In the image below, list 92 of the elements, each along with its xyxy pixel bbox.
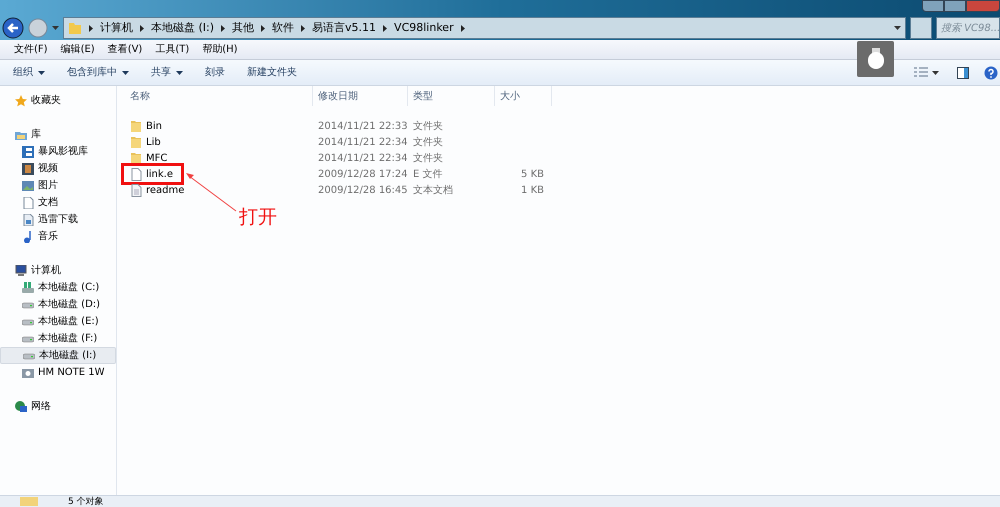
sidebar-item[interactable]: 本地磁盘 (E:) bbox=[0, 313, 116, 330]
address-bar[interactable]: 计算机 本地磁盘 (I:) 其他 软件 易语言v5.11 VC98linker bbox=[63, 17, 906, 39]
breadcrumb-item[interactable]: VC98linker bbox=[394, 20, 454, 36]
chevron-icon bbox=[89, 24, 93, 32]
globe-icon bbox=[15, 400, 27, 412]
column-header[interactable]: 修改日期 bbox=[313, 86, 408, 106]
table-cell-text: E 文件 bbox=[412, 168, 444, 182]
table-cell-text: 1 KB bbox=[520, 184, 545, 198]
sidebar-item[interactable]: 本地磁盘 (D:) bbox=[0, 296, 116, 313]
breadcrumb-item[interactable]: 本地磁盘 (I:) bbox=[151, 20, 214, 36]
usb-drive-icon bbox=[866, 48, 884, 70]
file-name[interactable]: readme bbox=[146, 182, 184, 198]
document-icon bbox=[22, 196, 34, 208]
computer-icon bbox=[15, 264, 27, 276]
caret-icon bbox=[52, 26, 59, 30]
film-icon bbox=[22, 146, 34, 158]
text-file-icon bbox=[131, 184, 142, 196]
sidebar-item[interactable]: 网络 bbox=[0, 398, 116, 415]
file-name[interactable]: link.e bbox=[146, 166, 174, 182]
chevron-icon bbox=[140, 24, 144, 32]
chevron-icon bbox=[261, 24, 266, 32]
drive-icon bbox=[22, 282, 34, 294]
toolbar-button[interactable]: 组织 bbox=[6, 65, 52, 80]
toolbar-button[interactable]: 新建文件夹 bbox=[240, 65, 304, 80]
sidebar-item[interactable]: 库 bbox=[0, 126, 116, 143]
menu-item[interactable]: 编辑(E) bbox=[60, 42, 95, 57]
sidebar-item[interactable]: 图片 bbox=[0, 177, 116, 194]
sidebar-item[interactable]: HM NOTE 1W bbox=[0, 364, 116, 381]
sidebar-item[interactable]: 本地磁盘 (C:) bbox=[0, 279, 116, 296]
chevron-icon bbox=[383, 24, 388, 32]
dropdown-icon bbox=[894, 26, 901, 30]
chevron-icon bbox=[460, 24, 465, 32]
menu-item[interactable]: 帮助(H) bbox=[202, 42, 238, 57]
maximize-button[interactable] bbox=[944, 0, 966, 12]
toolbar-button[interactable]: 包含到库中 bbox=[60, 65, 136, 80]
file-icon bbox=[131, 168, 142, 180]
download-icon bbox=[22, 214, 34, 226]
refresh-button[interactable] bbox=[910, 17, 932, 39]
camera-icon bbox=[22, 366, 34, 378]
sidebar-item[interactable]: 音乐 bbox=[0, 228, 116, 245]
menu-item[interactable]: 工具(T) bbox=[155, 42, 190, 57]
sidebar-item[interactable]: 计算机 bbox=[0, 262, 116, 279]
annotation-text: 打开 bbox=[239, 205, 277, 230]
film-icon bbox=[22, 162, 34, 174]
table-cell-text: 2014/11/21 22:34 bbox=[317, 152, 408, 166]
sidebar-item[interactable]: 收藏夹 bbox=[0, 92, 116, 109]
column-header[interactable]: 名称 bbox=[117, 86, 313, 106]
table-cell-text: 文件夹 bbox=[412, 152, 444, 166]
breadcrumb-item[interactable]: 其他 bbox=[232, 20, 254, 36]
caret-icon bbox=[932, 70, 939, 74]
back-icon bbox=[2, 17, 24, 39]
status-text: 5 个对象 bbox=[68, 496, 104, 506]
minimize-button[interactable] bbox=[922, 0, 944, 12]
table-cell-text: 2014/11/21 22:34 bbox=[317, 136, 408, 150]
menu-item[interactable]: 文件(F) bbox=[14, 42, 48, 57]
sidebar-item[interactable]: 本地磁盘 (I:) bbox=[0, 347, 116, 364]
help-icon bbox=[984, 66, 998, 80]
file-name[interactable]: MFC bbox=[146, 150, 168, 166]
star-icon bbox=[15, 94, 27, 106]
table-cell-text: 文件夹 bbox=[412, 120, 444, 134]
table-cell-text: 2009/12/28 16:45 bbox=[317, 184, 408, 198]
view-list-icon bbox=[914, 66, 928, 78]
sidebar-item[interactable]: 迅雷下载 bbox=[0, 211, 116, 228]
sidebar-item[interactable]: 文档 bbox=[0, 194, 116, 211]
close-button[interactable] bbox=[966, 0, 1000, 12]
music-note-icon bbox=[22, 230, 34, 242]
breadcrumb-item[interactable]: 计算机 bbox=[100, 20, 133, 36]
forward-icon bbox=[28, 18, 48, 38]
toolbar-button[interactable]: 共享 bbox=[144, 65, 190, 80]
file-name[interactable]: Bin bbox=[146, 118, 162, 134]
sidebar-item[interactable]: 暴风影视库 bbox=[0, 143, 116, 160]
table-cell-text: 2009/12/28 17:24 bbox=[317, 168, 408, 182]
breadcrumb-item[interactable]: 易语言v5.11 bbox=[312, 20, 376, 36]
table-cell-text: 2014/11/21 22:33 bbox=[317, 120, 408, 134]
sidebar-item[interactable]: 视频 bbox=[0, 160, 116, 177]
preview-pane-icon bbox=[957, 66, 969, 78]
file-name[interactable]: Lib bbox=[146, 134, 161, 150]
search-field[interactable]: 搜索 VC98... bbox=[936, 17, 1000, 39]
usb-notification[interactable] bbox=[857, 41, 894, 77]
toolbar-button[interactable]: 刻录 bbox=[198, 65, 232, 80]
arrow bbox=[185, 172, 237, 212]
breadcrumb-item[interactable]: 软件 bbox=[272, 20, 294, 36]
menu-item[interactable]: 查看(V) bbox=[108, 42, 142, 57]
column-header[interactable]: 类型 bbox=[408, 86, 495, 106]
chevron-icon bbox=[221, 24, 226, 32]
table-cell-text: 文件夹 bbox=[412, 136, 444, 150]
table-cell-text: 文本文档 bbox=[412, 184, 454, 198]
chevron-icon bbox=[301, 24, 306, 32]
table-cell-text: 5 KB bbox=[520, 168, 545, 182]
sidebar-item[interactable]: 本地磁盘 (F:) bbox=[0, 330, 116, 347]
picture-icon bbox=[22, 180, 34, 192]
column-header[interactable]: 大小 bbox=[495, 86, 552, 106]
